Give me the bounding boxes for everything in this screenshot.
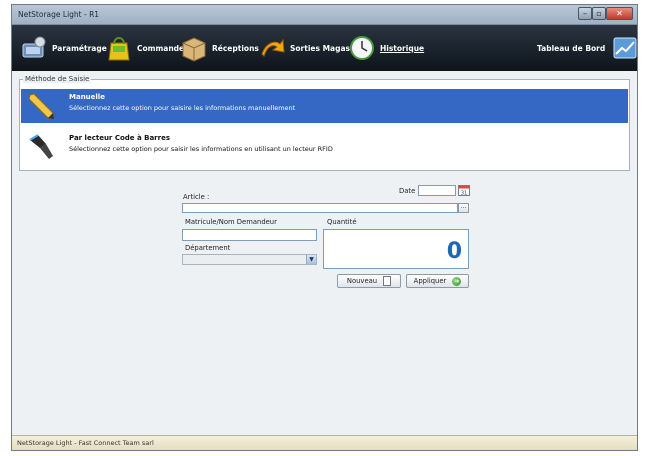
new-document-icon (383, 276, 392, 286)
method-group: Méthode de Saisie Manuelle Sélectionnez … (19, 75, 630, 171)
svg-text:31: 31 (461, 191, 467, 197)
toolbar-tableau-de-bord[interactable]: Tableau de Bord (537, 32, 643, 64)
form-area: Date 31 Article : ... Matricule/Nom Dema… (13, 180, 636, 434)
box-icon (182, 37, 206, 62)
toolbar-commandes[interactable]: Commandes (105, 32, 189, 64)
calendar-icon[interactable]: 31 (458, 184, 470, 196)
appliquer-button[interactable]: Appliquer ➜ (406, 274, 469, 288)
nouveau-button[interactable]: Nouveau (337, 274, 401, 288)
option-manuelle-title: Manuelle (69, 93, 105, 101)
status-text: NetStorage Light - Fast Connect Team sar… (17, 439, 154, 447)
departement-label: Département (185, 244, 231, 252)
barcode-scanner-icon (29, 134, 53, 159)
option-code-barres[interactable]: Par lecteur Code à Barres Sélectionnez c… (21, 130, 628, 164)
appliquer-label: Appliquer (413, 277, 447, 285)
option-manuelle[interactable]: Manuelle Sélectionnez cette option pour … (21, 89, 628, 123)
minimize-button[interactable]: – (578, 7, 592, 20)
pencil-icon (28, 93, 54, 119)
window-title: NetStorage Light - R1 (18, 10, 100, 19)
matricule-field[interactable] (182, 229, 317, 241)
option-manuelle-desc: Sélectionnez cette option pour saisire l… (69, 104, 296, 112)
toolbar-historique[interactable]: Historique (348, 32, 424, 64)
date-field[interactable] (418, 185, 456, 196)
toolbar-receptions[interactable]: Réceptions (180, 32, 259, 64)
title-bar[interactable]: NetStorage Light - R1 – ▫ ✕ (12, 5, 637, 25)
article-field[interactable] (182, 203, 458, 213)
method-legend: Méthode de Saisie (23, 75, 92, 83)
option-code-barres-title: Par lecteur Code à Barres (69, 134, 170, 142)
chart-icon (613, 37, 637, 59)
date-label: Date (399, 187, 416, 195)
quantity-value: 0 (446, 239, 462, 264)
option-code-barres-desc: Sélectionnez cette option pour saisir le… (69, 145, 333, 153)
departement-select[interactable]: ▼ (182, 254, 317, 265)
exit-arrow-icon (261, 38, 285, 57)
clock-icon (350, 36, 374, 60)
quantity-box[interactable]: 0 (323, 229, 469, 269)
nouveau-label: Nouveau (346, 277, 378, 285)
settings-pc-icon (22, 36, 46, 58)
apply-arrow-icon: ➜ (452, 276, 462, 286)
main-toolbar: Paramétrage Commandes Réceptions Sorties… (12, 25, 637, 71)
matricule-label: Matricule/Nom Demandeur (185, 218, 277, 226)
toolbar-sorties-magasin[interactable]: Sorties Magasin (258, 32, 358, 64)
article-label: Article : (183, 193, 210, 201)
chevron-down-icon: ▼ (306, 255, 316, 264)
close-button[interactable]: ✕ (606, 7, 633, 20)
shopping-bag-icon (108, 37, 130, 61)
quantite-label: Quantité (327, 218, 357, 226)
app-window: NetStorage Light - R1 – ▫ ✕ Paramétrage … (11, 4, 638, 451)
article-browse-button[interactable]: ... (458, 203, 469, 213)
maximize-button[interactable]: ▫ (592, 7, 606, 20)
toolbar-parametrage[interactable]: Paramétrage (20, 32, 107, 64)
status-bar: NetStorage Light - Fast Connect Team sar… (12, 435, 637, 450)
